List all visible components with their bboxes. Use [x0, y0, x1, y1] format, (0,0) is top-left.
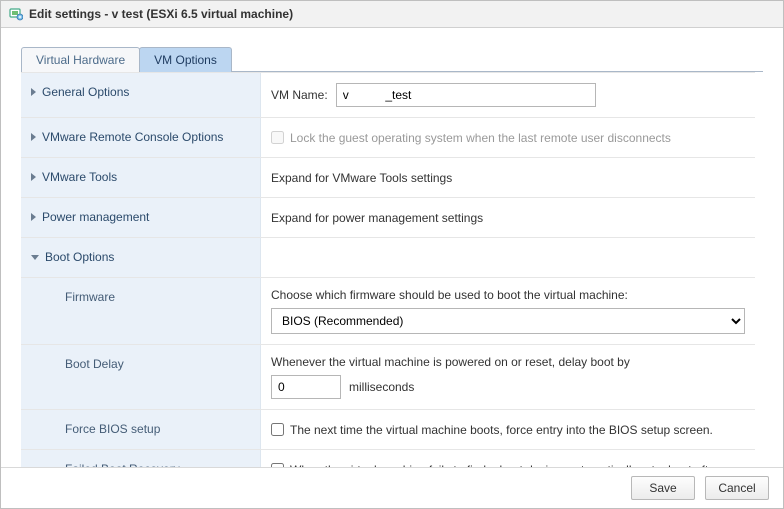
dialog-footer: Save Cancel — [1, 467, 783, 508]
label-force-bios: Force BIOS setup — [21, 410, 261, 449]
row-force-bios: Force BIOS setup The next time the virtu… — [21, 410, 755, 450]
edit-settings-dialog: Edit settings - v test (ESXi 6.5 virtual… — [0, 0, 784, 509]
boot-delay-desc: Whenever the virtual machine is powered … — [271, 355, 630, 369]
save-button[interactable]: Save — [631, 476, 695, 500]
label-general-options[interactable]: General Options — [21, 73, 261, 117]
vmrc-lock-option: Lock the guest operating system when the… — [271, 131, 671, 145]
vmware-tools-hint: Expand for VMware Tools settings — [271, 171, 452, 185]
caret-right-icon — [31, 88, 36, 96]
tab-vm-options[interactable]: VM Options — [139, 47, 232, 72]
value-boot-options — [261, 238, 755, 277]
boot-delay-input[interactable] — [271, 375, 341, 399]
label-boot-delay-text: Boot Delay — [65, 357, 124, 371]
row-power-mgmt: Power management Expand for power manage… — [21, 198, 755, 238]
label-firmware: Firmware — [21, 278, 261, 344]
label-general-options-text: General Options — [42, 85, 129, 99]
caret-right-icon — [31, 213, 36, 221]
row-boot-delay: Boot Delay Whenever the virtual machine … — [21, 345, 755, 410]
cancel-button[interactable]: Cancel — [705, 476, 769, 500]
vm-name-label: VM Name: — [271, 88, 328, 102]
row-failed-boot: Failed Boot Recovery When the virtual ma… — [21, 450, 755, 467]
boot-delay-unit: milliseconds — [349, 380, 414, 394]
label-vmware-tools-text: VMware Tools — [42, 170, 117, 184]
caret-right-icon — [31, 173, 36, 181]
label-vmware-tools[interactable]: VMware Tools — [21, 158, 261, 197]
value-power-mgmt: Expand for power management settings — [261, 198, 755, 237]
value-vmrc: Lock the guest operating system when the… — [261, 118, 755, 157]
vmrc-lock-text: Lock the guest operating system when the… — [290, 131, 671, 145]
value-general-options: VM Name: — [261, 73, 755, 117]
value-boot-delay: Whenever the virtual machine is powered … — [261, 345, 755, 409]
label-firmware-text: Firmware — [65, 290, 115, 304]
dialog-title: Edit settings - v test (ESXi 6.5 virtual… — [29, 7, 293, 21]
label-boot-delay: Boot Delay — [21, 345, 261, 409]
dialog-body: Virtual Hardware VM Options General Opti… — [1, 28, 783, 467]
label-power-mgmt-text: Power management — [42, 210, 149, 224]
force-bios-checkbox[interactable] — [271, 423, 284, 436]
firmware-desc: Choose which firmware should be used to … — [271, 288, 745, 302]
tab-virtual-hardware[interactable]: Virtual Hardware — [21, 47, 140, 72]
row-general-options: General Options VM Name: — [21, 72, 755, 118]
force-bios-desc: The next time the virtual machine boots,… — [290, 423, 713, 437]
force-bios-option[interactable]: The next time the virtual machine boots,… — [271, 423, 713, 437]
power-mgmt-hint: Expand for power management settings — [271, 211, 483, 225]
titlebar: Edit settings - v test (ESXi 6.5 virtual… — [1, 1, 783, 28]
options-scroll[interactable]: General Options VM Name: VMware Remote C… — [21, 72, 763, 467]
label-power-mgmt[interactable]: Power management — [21, 198, 261, 237]
firmware-select[interactable]: BIOS (Recommended) — [271, 308, 745, 334]
label-force-bios-text: Force BIOS setup — [65, 422, 160, 436]
caret-down-icon — [31, 255, 39, 264]
value-failed-boot: When the virtual machine fails to find a… — [261, 450, 755, 467]
row-vmrc: VMware Remote Console Options Lock the g… — [21, 118, 755, 158]
vm-icon — [9, 7, 23, 21]
label-boot-options[interactable]: Boot Options — [21, 238, 261, 277]
row-boot-options: Boot Options — [21, 238, 755, 278]
label-failed-boot: Failed Boot Recovery — [21, 450, 261, 467]
caret-right-icon — [31, 133, 36, 141]
row-vmware-tools: VMware Tools Expand for VMware Tools set… — [21, 158, 755, 198]
label-vmrc-text: VMware Remote Console Options — [42, 130, 223, 144]
label-vmrc[interactable]: VMware Remote Console Options — [21, 118, 261, 157]
vmrc-lock-checkbox — [271, 131, 284, 144]
value-vmware-tools: Expand for VMware Tools settings — [261, 158, 755, 197]
value-firmware: Choose which firmware should be used to … — [261, 278, 755, 344]
value-force-bios: The next time the virtual machine boots,… — [261, 410, 755, 449]
row-firmware: Firmware Choose which firmware should be… — [21, 278, 755, 345]
tab-bar: Virtual Hardware VM Options — [21, 46, 763, 72]
label-boot-options-text: Boot Options — [45, 250, 114, 264]
vm-name-input[interactable] — [336, 83, 596, 107]
